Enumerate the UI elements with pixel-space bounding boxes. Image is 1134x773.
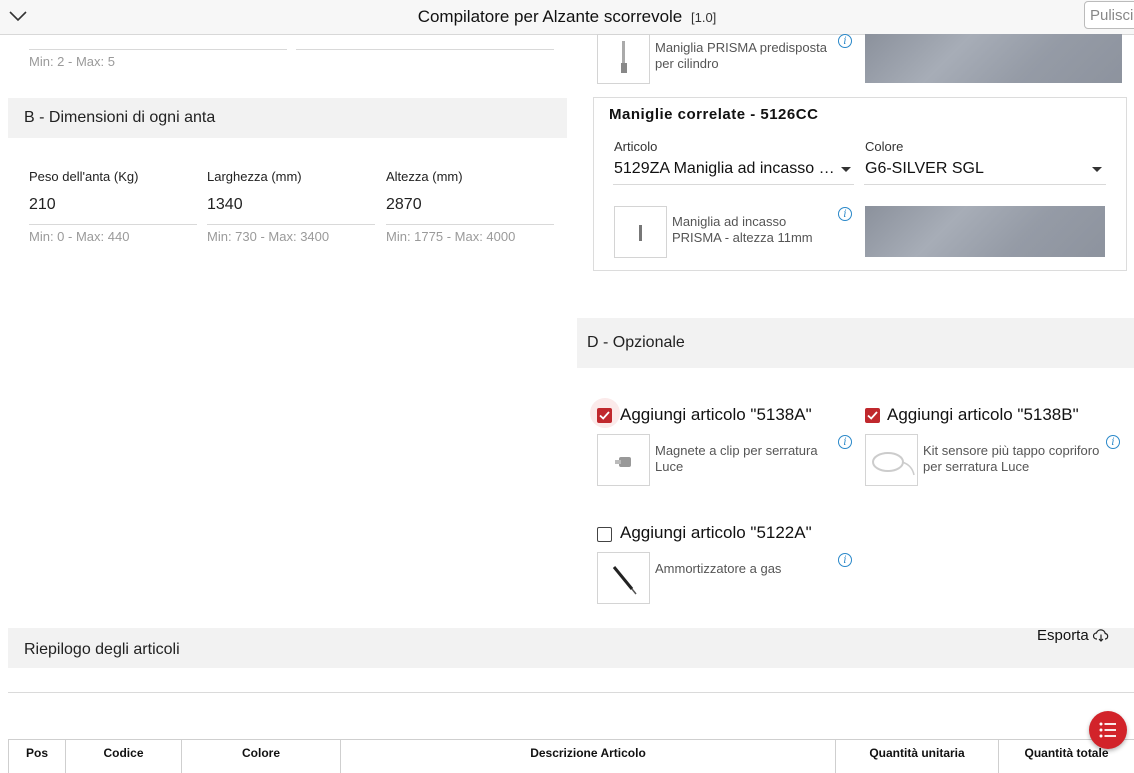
chevron-down-icon[interactable] (8, 6, 28, 26)
page-title: Compilatore per Alzante scorrevole [1.0] (0, 0, 1134, 34)
section-d-header: D - Opzionale (577, 318, 1134, 368)
check-icon (865, 408, 880, 423)
article-select-value: 5129ZA Maniglia ad incasso PRISMA (614, 160, 836, 178)
version-label: [1.0] (691, 10, 716, 25)
divider (8, 692, 1134, 693)
clear-button[interactable]: Pulisci (1084, 1, 1134, 29)
info-icon[interactable]: i (1106, 435, 1120, 449)
sensor-kit-image (866, 435, 919, 487)
magnet-clip-image (598, 435, 651, 487)
summary-header: Riepilogo degli articoli (8, 628, 1134, 668)
cloud-download-icon (1093, 628, 1109, 642)
option-description: Magnete a clip per serratura Luce (655, 443, 835, 475)
list-icon (1089, 711, 1127, 749)
col-pos: Pos (9, 740, 66, 773)
handle-description: Maniglia PRISMA predisposta per cilindro (655, 40, 835, 72)
export-button[interactable]: Esporta (1037, 627, 1109, 644)
check-icon (597, 408, 612, 423)
info-icon[interactable]: i (838, 207, 852, 221)
col-descrizione: Descrizione Articolo (341, 740, 836, 773)
export-label: Esporta (1037, 627, 1089, 644)
summary-table-header: Pos Codice Colore Descrizione Articolo Q… (9, 740, 1134, 773)
handle-image (598, 35, 651, 85)
caret-down-icon (841, 167, 851, 172)
color-select[interactable]: G6-SILVER SGL (864, 155, 1106, 185)
checkbox-5122a[interactable] (597, 527, 612, 542)
col-qty-unit: Quantità unitaria (836, 740, 999, 773)
height-hint: Min: 1775 - Max: 4000 (386, 229, 515, 244)
checkbox-5138a[interactable] (597, 408, 612, 423)
article-select[interactable]: 5129ZA Maniglia ad incasso PRISMA (613, 155, 854, 185)
option-label-5138a[interactable]: Aggiungi articolo "5138A" (620, 405, 812, 425)
option-description: Kit sensore più tappo copriforo per serr… (923, 443, 1109, 475)
option-label-5138b[interactable]: Aggiungi articolo "5138B" (887, 405, 1079, 425)
related-title: Maniglie correlate - 5126CC (609, 106, 818, 123)
section-b-header: B - Dimensioni di ogni anta (8, 98, 567, 138)
option-thumbnail (597, 434, 650, 486)
handle-image (615, 207, 668, 259)
weight-label: Peso dell'anta (Kg) (29, 169, 138, 184)
option-thumbnail (597, 552, 650, 604)
field-underline (29, 37, 287, 50)
info-icon[interactable]: i (838, 34, 852, 48)
height-label: Altezza (mm) (386, 169, 463, 184)
color-swatch (865, 206, 1105, 257)
info-icon[interactable]: i (838, 435, 852, 449)
color-label: Colore (865, 139, 903, 154)
summary-table: Pos Codice Colore Descrizione Articolo Q… (8, 739, 1134, 773)
handle-thumbnail (597, 34, 650, 84)
field-hint: Min: 2 - Max: 5 (29, 54, 115, 69)
gas-spring-image (598, 553, 651, 605)
color-select-value: G6-SILVER SGL (865, 160, 1087, 178)
info-icon[interactable]: i (838, 553, 852, 567)
field-underline (296, 37, 554, 50)
weight-input[interactable]: 210 (29, 196, 197, 225)
option-label-5122a[interactable]: Aggiungi articolo "5122A" (620, 523, 812, 543)
article-label: Articolo (614, 139, 657, 154)
col-colore: Colore (182, 740, 341, 773)
weight-hint: Min: 0 - Max: 440 (29, 229, 129, 244)
width-hint: Min: 730 - Max: 3400 (207, 229, 329, 244)
color-swatch (865, 34, 1122, 83)
related-handle-thumbnail (614, 206, 667, 258)
caret-down-icon (1092, 167, 1102, 172)
height-input[interactable]: 2870 (386, 196, 554, 225)
width-input[interactable]: 1340 (207, 196, 375, 225)
col-codice: Codice (66, 740, 182, 773)
list-fab-button[interactable] (1089, 711, 1127, 749)
checkbox-5138b[interactable] (865, 408, 880, 423)
related-handle-description: Maniglia ad incasso PRISMA - altezza 11m… (672, 214, 832, 246)
option-description: Ammortizzatore a gas (655, 561, 835, 577)
option-thumbnail (865, 434, 918, 486)
width-label: Larghezza (mm) (207, 169, 302, 184)
